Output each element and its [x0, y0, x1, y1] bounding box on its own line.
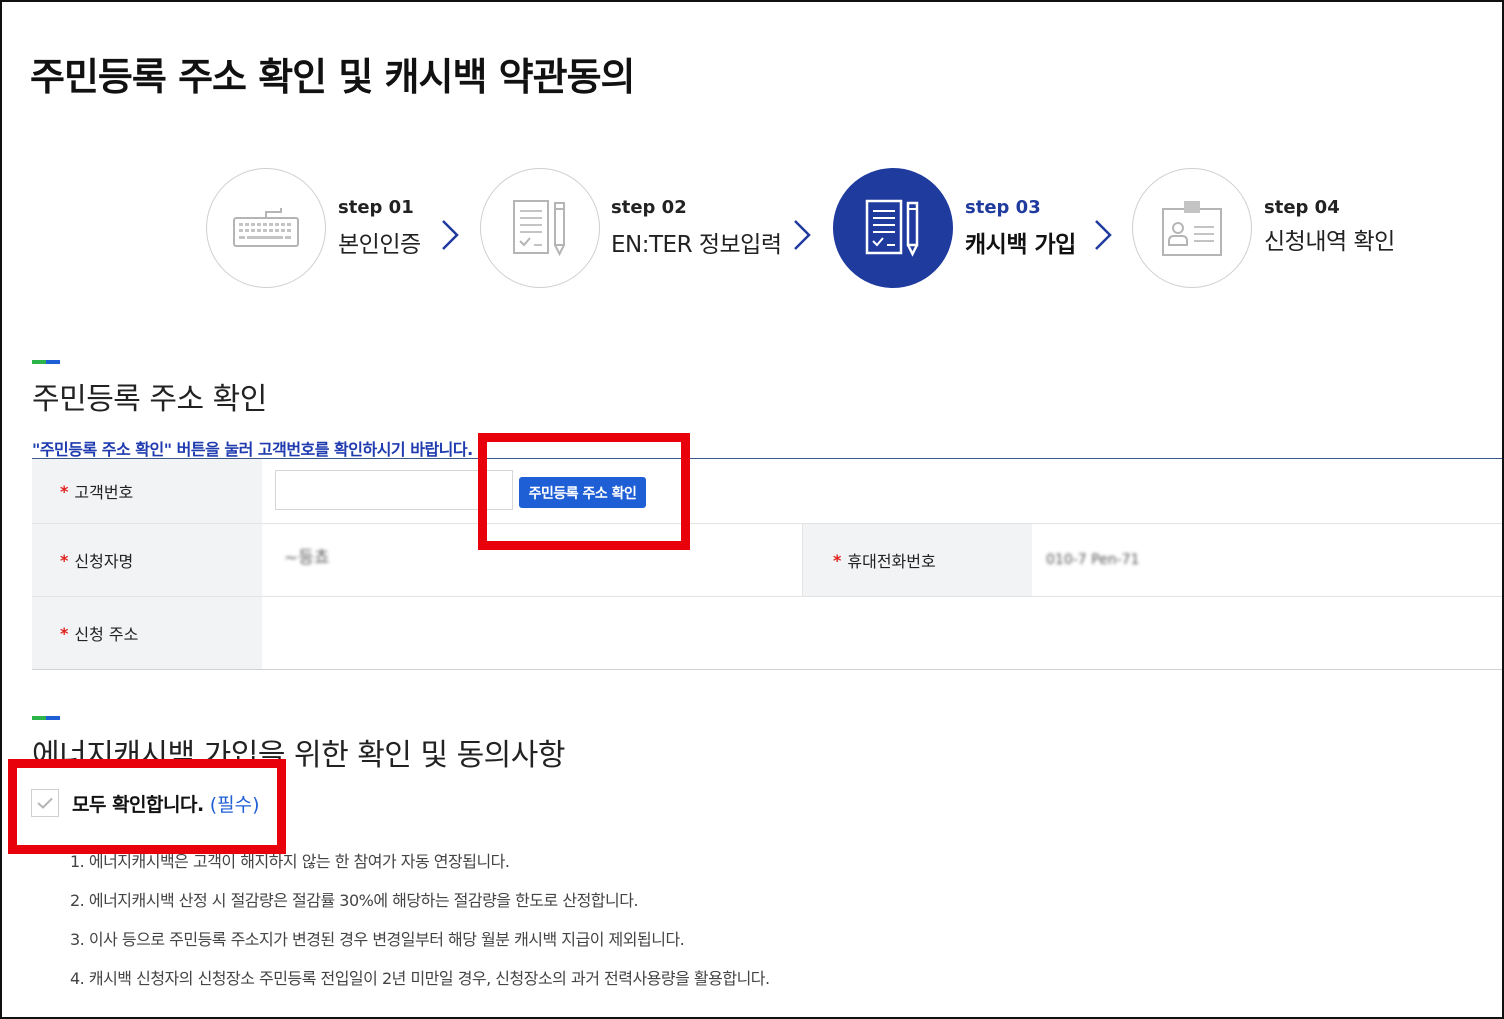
- term-item-2: 2. 에너지캐시백 산정 시 절감량은 절감률 30%에 해당하는 절감량을 한…: [70, 891, 639, 910]
- required-star: *: [60, 481, 69, 501]
- table-row: * 고객번호 주민등록 주소 확인: [32, 459, 1502, 524]
- phone-label: * 휴대전화번호: [802, 524, 1032, 596]
- step-01-number: step 01: [338, 197, 414, 218]
- step-03-label: 캐시백 가입: [965, 232, 1076, 258]
- chevron-right-icon: [442, 220, 459, 250]
- step-02-number: step 02: [611, 197, 687, 218]
- chevron-right-icon: [794, 220, 811, 250]
- step-04-label: 신청내역 확인: [1264, 229, 1395, 255]
- required-star: *: [833, 550, 842, 570]
- address-notice: "주민등록 주소 확인" 버튼을 눌러 고객번호를 확인하시기 바랍니다.: [32, 440, 473, 459]
- term-item-4: 4. 캐시백 신청자의 신청장소 주민등록 전입일이 2년 미만일 경우, 신청…: [70, 969, 770, 988]
- page-frame: 주민등록 주소 확인 및 캐시백 약관동의 step 01 본인인증 step …: [0, 0, 1504, 1019]
- step-02-label: EN:TER 정보입력: [611, 232, 782, 258]
- applicant-label: * 신청자명: [32, 524, 262, 596]
- required-star: *: [60, 623, 69, 643]
- section-accent-bar: [32, 716, 60, 720]
- table-row: * 신청 주소: [32, 597, 1502, 670]
- phone-value: 010-7 Pen-71: [1046, 524, 1486, 596]
- document-pencil-icon: [480, 168, 600, 288]
- address-value: [284, 597, 1484, 669]
- highlight-box-confirm: [478, 433, 690, 550]
- customer-no-label: * 고객번호: [32, 459, 262, 523]
- step-03-number: step 03: [965, 197, 1041, 218]
- id-card-icon: [1132, 168, 1252, 288]
- document-pencil-icon: [833, 168, 953, 288]
- chevron-right-icon: [1095, 220, 1112, 250]
- required-star: *: [60, 550, 69, 570]
- term-item-3: 3. 이사 등으로 주민등록 주소지가 변경된 경우 변경일부터 해당 월분 캐…: [70, 930, 685, 949]
- step-04-number: step 04: [1264, 197, 1340, 218]
- page-title: 주민등록 주소 확인 및 캐시백 약관동의: [30, 55, 636, 99]
- section-accent-bar: [32, 360, 60, 364]
- address-section-title: 주민등록 주소 확인: [32, 382, 267, 417]
- highlight-box-agree: [8, 759, 286, 854]
- address-label: * 신청 주소: [32, 597, 262, 669]
- table-row: * 신청자명 ~등쵸 * 휴대전화번호 010-7 Pen-71: [32, 524, 1502, 597]
- step-01-label: 본인인증: [338, 232, 421, 258]
- keyboard-icon: [206, 168, 326, 288]
